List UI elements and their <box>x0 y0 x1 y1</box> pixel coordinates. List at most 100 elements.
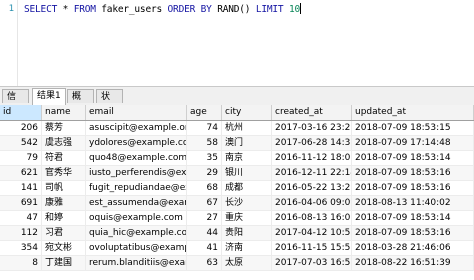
cell-name[interactable]: 和婷 <box>42 211 86 225</box>
keyword-select: SELECT <box>24 4 58 15</box>
cell-age[interactable]: 29 <box>187 166 222 180</box>
cell-updated-at[interactable]: 2018-08-22 16:51:39 <box>352 256 474 270</box>
cell-created-at[interactable]: 2016-11-15 15:56:39 <box>272 241 352 255</box>
cell-email[interactable]: quia_hic@example.com <box>86 226 187 240</box>
cell-email[interactable]: oquis@example.com <box>86 211 187 225</box>
cell-email[interactable]: quo48@example.com <box>86 151 187 165</box>
tab-profile[interactable]: 概况 <box>67 89 94 116</box>
cell-updated-at[interactable]: 2018-03-28 21:46:06 <box>352 241 474 255</box>
cell-name[interactable]: 司帆 <box>42 181 86 195</box>
cell-email[interactable]: ydolores@example.com <box>86 136 187 150</box>
table-row[interactable]: 47 和婷 oquis@example.com 27 重庆 2016-08-13… <box>0 211 474 226</box>
cell-email[interactable]: iusto_perferendis@example <box>86 166 187 180</box>
tab-result-1[interactable]: 结果1 <box>32 88 66 105</box>
cell-created-at[interactable]: 2017-04-12 10:53:36 <box>272 226 352 240</box>
limit-value: 10 <box>288 4 301 15</box>
cell-updated-at[interactable]: 2018-07-09 17:14:48 <box>352 136 474 150</box>
cell-city[interactable]: 重庆 <box>222 211 272 225</box>
cell-age[interactable]: 67 <box>187 196 222 210</box>
cell-city[interactable]: 济南 <box>222 241 272 255</box>
cell-created-at[interactable]: 2017-06-28 14:35:35 <box>272 136 352 150</box>
cell-created-at[interactable]: 2016-08-13 16:03:52 <box>272 211 352 225</box>
column-header-updated-at[interactable]: updated_at <box>352 105 474 120</box>
column-header-created-at[interactable]: created_at <box>272 105 352 120</box>
cell-email[interactable]: fugit_repudiandae@exampl <box>86 181 187 195</box>
column-header-name[interactable]: name <box>42 105 86 120</box>
column-header-email[interactable]: email <box>86 105 187 120</box>
table-row[interactable]: 691 康雅 est_assumenda@example. 67 长沙 2016… <box>0 196 474 211</box>
cell-city[interactable]: 杭州 <box>222 121 272 135</box>
table-name: faker_users <box>95 4 168 15</box>
table-row[interactable]: 141 司帆 fugit_repudiandae@exampl 68 成都 20… <box>0 181 474 196</box>
cell-name[interactable]: 习君 <box>42 226 86 240</box>
result-tabs: 信息 结果1 概况 状态 <box>0 86 474 116</box>
keyword-order-by: ORDER BY <box>167 4 212 15</box>
cell-id[interactable]: 206 <box>0 121 42 135</box>
cell-created-at[interactable]: 2016-05-22 13:27:05 <box>272 181 352 195</box>
cell-id[interactable]: 141 <box>0 181 42 195</box>
cell-id[interactable]: 8 <box>0 256 42 270</box>
cell-name[interactable]: 虞志强 <box>42 136 86 150</box>
cell-name[interactable]: 符君 <box>42 151 86 165</box>
cell-email[interactable]: rerum.blanditiis@example <box>86 256 187 270</box>
cell-name[interactable]: 丁建国 <box>42 256 86 270</box>
cell-email[interactable]: asuscipit@example.org <box>86 121 187 135</box>
cell-id[interactable]: 47 <box>0 211 42 225</box>
cell-created-at[interactable]: 2016-12-11 22:14:11 <box>272 166 352 180</box>
sql-code-line[interactable]: SELECT * FROM faker_users ORDER BY RAND(… <box>24 3 302 15</box>
cell-updated-at[interactable]: 2018-07-09 18:53:16 <box>352 226 474 240</box>
cell-age[interactable]: 27 <box>187 211 222 225</box>
cell-age[interactable]: 58 <box>187 136 222 150</box>
table-row[interactable]: 621 官秀华 iusto_perferendis@example 29 银川 … <box>0 166 474 181</box>
cell-updated-at[interactable]: 2018-08-13 11:40:02 <box>352 196 474 210</box>
tab-status[interactable]: 状态 <box>96 89 123 116</box>
table-row[interactable]: 354 宛文彬 ovoluptatibus@example.cc 41 济南 2… <box>0 241 474 256</box>
cell-email[interactable]: ovoluptatibus@example.cc <box>86 241 187 255</box>
cell-city[interactable]: 银川 <box>222 166 272 180</box>
cell-city[interactable]: 太原 <box>222 256 272 270</box>
cell-updated-at[interactable]: 2018-07-09 18:53:14 <box>352 211 474 225</box>
cell-name[interactable]: 康雅 <box>42 196 86 210</box>
table-row[interactable]: 542 虞志强 ydolores@example.com 58 澳门 2017-… <box>0 136 474 151</box>
cell-id[interactable]: 542 <box>0 136 42 150</box>
cell-city[interactable]: 贵阳 <box>222 226 272 240</box>
cell-name[interactable]: 蔡芳 <box>42 121 86 135</box>
cell-id[interactable]: 621 <box>0 166 42 180</box>
cell-age[interactable]: 63 <box>187 256 222 270</box>
cell-city[interactable]: 成都 <box>222 181 272 195</box>
result-grid[interactable]: id name email age city created_at update… <box>0 105 474 280</box>
table-row[interactable]: 79 符君 quo48@example.com 35 南京 2016-11-12… <box>0 151 474 166</box>
cell-id[interactable]: 354 <box>0 241 42 255</box>
table-row[interactable]: 112 习君 quia_hic@example.com 44 贵阳 2017-0… <box>0 226 474 241</box>
cell-age[interactable]: 41 <box>187 241 222 255</box>
cell-updated-at[interactable]: 2018-07-09 18:53:15 <box>352 121 474 135</box>
cell-email[interactable]: est_assumenda@example. <box>86 196 187 210</box>
tab-info[interactable]: 信息 <box>2 89 29 116</box>
table-row[interactable]: 206 蔡芳 asuscipit@example.org 74 杭州 2017-… <box>0 121 474 136</box>
cell-id[interactable]: 691 <box>0 196 42 210</box>
line-number: 1 <box>8 4 14 14</box>
cell-city[interactable]: 南京 <box>222 151 272 165</box>
cell-name[interactable]: 官秀华 <box>42 166 86 180</box>
cell-age[interactable]: 74 <box>187 121 222 135</box>
sql-editor[interactable]: 1 SELECT * FROM faker_users ORDER BY RAN… <box>0 0 474 86</box>
cell-created-at[interactable]: 2016-04-06 09:09:44 <box>272 196 352 210</box>
cell-updated-at[interactable]: 2018-07-09 18:53:16 <box>352 181 474 195</box>
cell-age[interactable]: 68 <box>187 181 222 195</box>
cell-name[interactable]: 宛文彬 <box>42 241 86 255</box>
column-header-city[interactable]: city <box>222 105 272 120</box>
cell-city[interactable]: 长沙 <box>222 196 272 210</box>
column-header-id[interactable]: id <box>0 105 42 120</box>
cell-updated-at[interactable]: 2018-07-09 18:53:16 <box>352 166 474 180</box>
cell-created-at[interactable]: 2017-03-16 23:26:00 <box>272 121 352 135</box>
cell-updated-at[interactable]: 2018-07-09 18:53:14 <box>352 151 474 165</box>
cell-city[interactable]: 澳门 <box>222 136 272 150</box>
cell-id[interactable]: 112 <box>0 226 42 240</box>
column-header-age[interactable]: age <box>187 105 222 120</box>
cell-age[interactable]: 35 <box>187 151 222 165</box>
cell-age[interactable]: 44 <box>187 226 222 240</box>
cell-created-at[interactable]: 2017-07-03 16:53:56 <box>272 256 352 270</box>
table-row[interactable]: 8 丁建国 rerum.blanditiis@example 63 太原 201… <box>0 256 474 271</box>
cell-id[interactable]: 79 <box>0 151 42 165</box>
cell-created-at[interactable]: 2016-11-12 18:03:59 <box>272 151 352 165</box>
